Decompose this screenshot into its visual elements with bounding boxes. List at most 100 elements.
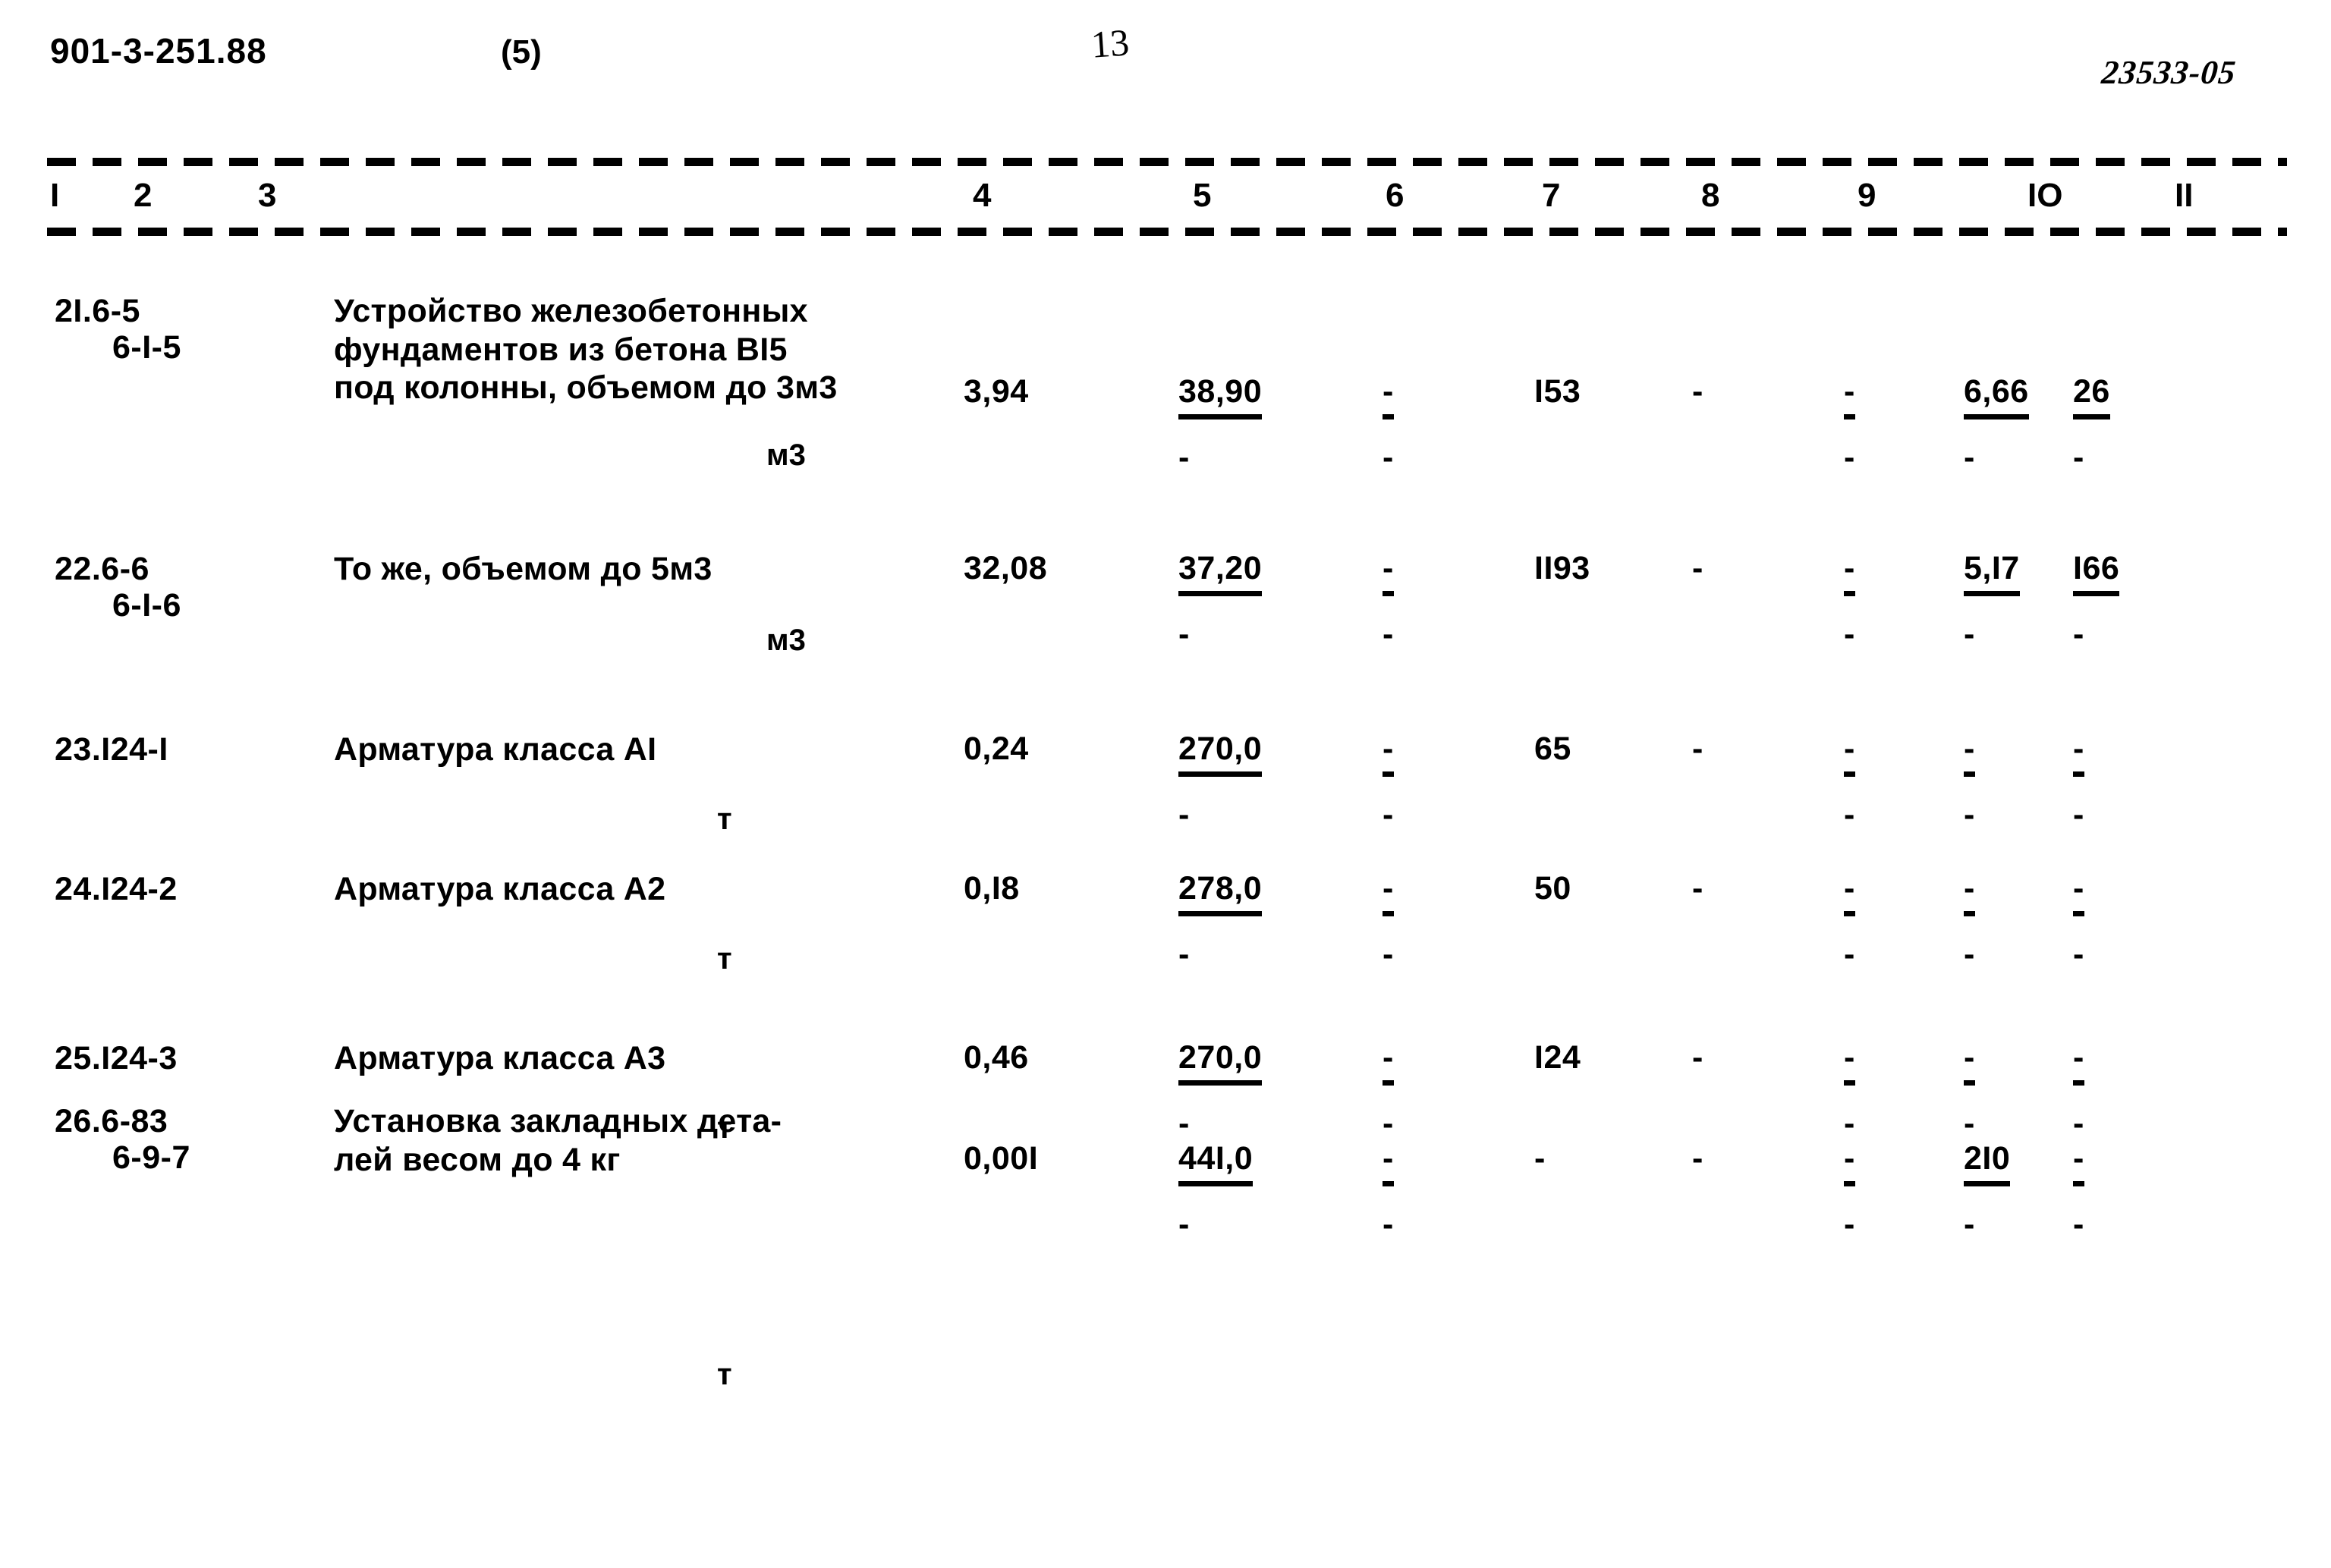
column-header-2: 2	[134, 177, 153, 214]
value-text: -	[1844, 870, 1855, 916]
value-text: -	[1383, 550, 1394, 596]
value-text: -	[1534, 1140, 1546, 1177]
value-text: I66	[2073, 550, 2120, 596]
row-code-main: 23.I24-I	[55, 731, 168, 768]
row-value-col-7: I24-	[1534, 1039, 1581, 1137]
value-secondary-text: -	[1383, 1206, 1394, 1243]
page-number: 13	[1090, 20, 1131, 66]
row-value-col-4: 0,46-	[964, 1039, 1029, 1137]
row-value-col-8: --	[1692, 870, 1703, 968]
value-secondary-text: -	[1844, 439, 1855, 476]
row-unit: т	[717, 1358, 732, 1391]
row-value-col-5: 44I,0 -	[1178, 1140, 1254, 1243]
page-header: 901-3-251.88 (5) 13 23533-05	[0, 0, 2331, 121]
value-secondary-text: -	[1964, 797, 1975, 833]
row-value-col-7: II93-	[1534, 550, 1590, 648]
row-description: Устройство железобетонных фундаментов из…	[334, 293, 838, 407]
document-code: 901-3-251.88	[50, 31, 267, 71]
value-secondary-text: -	[1178, 439, 1190, 476]
value-text: 26	[2073, 373, 2110, 419]
row-code-main: 22.6-6	[55, 551, 149, 587]
column-header-I: I	[50, 177, 60, 214]
row-unit: т	[717, 942, 732, 976]
value-text: 270,0	[1178, 1039, 1263, 1086]
value-text: I24	[1534, 1039, 1581, 1076]
row-value-col-9: --	[1844, 731, 1855, 834]
row-value-col-4: 3,94-	[964, 373, 1029, 471]
value-text: 3,94	[964, 373, 1029, 410]
row-value-col-9: --	[1844, 550, 1855, 653]
column-header-IO: IO	[2027, 177, 2063, 214]
row-code-main: 26.6-83	[55, 1103, 168, 1139]
row-value-col-4: 0,00I-	[964, 1140, 1038, 1238]
value-text: 6,66	[1964, 373, 2029, 419]
row-value-col-11: --	[2073, 1140, 2084, 1243]
value-secondary-text: -	[1178, 616, 1190, 652]
value-text: 38,90	[1178, 373, 1263, 419]
value-text: 65	[1534, 731, 1571, 767]
sheet-marker: (5)	[501, 33, 542, 71]
value-text: 5,I7	[1964, 550, 2020, 596]
row-value-col-10: --	[1964, 731, 1975, 834]
value-text: 0,I8	[964, 870, 1020, 907]
row-value-col-11: I66 -	[2073, 550, 2120, 653]
row-unit: т	[717, 803, 732, 836]
value-secondary-text: -	[1383, 1105, 1394, 1142]
column-header-3: 3	[258, 177, 277, 214]
row-code-main: 24.I24-2	[55, 871, 178, 907]
value-text: -	[2073, 1140, 2084, 1186]
row-value-col-11: --	[2073, 731, 2084, 834]
row-unit: м3	[766, 438, 806, 472]
row-value-col-5: 270,0 -	[1178, 1039, 1263, 1142]
value-text: 2I0	[1964, 1140, 2011, 1186]
row-value-col-6: --	[1383, 550, 1394, 653]
value-secondary-text: -	[1964, 936, 1975, 973]
column-header-5: 5	[1193, 177, 1212, 214]
value-secondary-text: -	[1178, 1105, 1190, 1142]
row-value-col-6: --	[1383, 1140, 1394, 1243]
row-value-col-10: 5,I7 -	[1964, 550, 2020, 653]
row-value-col-10: 2I0 -	[1964, 1140, 2011, 1243]
row-description: Арматура класса А3	[334, 1040, 666, 1076]
row-value-col-7: I53-	[1534, 373, 1581, 471]
value-text: -	[1844, 1140, 1855, 1186]
table-top-dashed-rule	[47, 158, 2287, 166]
value-secondary-text: -	[1178, 1206, 1190, 1243]
value-text: -	[1692, 1140, 1703, 1177]
value-text: -	[1692, 373, 1703, 410]
value-text: -	[1383, 870, 1394, 916]
value-secondary-text: -	[1844, 1105, 1855, 1142]
value-secondary-text: -	[1178, 936, 1190, 973]
value-text: -	[1964, 1039, 1975, 1086]
value-secondary-text: -	[1383, 797, 1394, 833]
table-header-bottom-dashed-rule	[47, 228, 2287, 236]
row-value-col-7: 65-	[1534, 731, 1571, 828]
value-text: 0,46	[964, 1039, 1029, 1076]
value-text: 0,24	[964, 731, 1029, 767]
value-text: -	[1844, 373, 1855, 419]
row-value-col-8: --	[1692, 1140, 1703, 1238]
value-text: -	[2073, 731, 2084, 777]
row-unit: м3	[766, 624, 806, 657]
row-value-col-6: --	[1383, 1039, 1394, 1142]
value-text: 270,0	[1178, 731, 1263, 777]
value-text: -	[1844, 550, 1855, 596]
table-column-header-row: I 2 3 4 5 6 7 8 9 IO II	[0, 179, 2331, 228]
row-value-col-9: --	[1844, 870, 1855, 973]
row-value-col-4: 0,24-	[964, 731, 1029, 828]
value-secondary-text: -	[1383, 439, 1394, 476]
value-text: -	[1692, 870, 1703, 907]
value-text: -	[2073, 870, 2084, 916]
value-secondary-text: -	[1844, 616, 1855, 652]
value-secondary-text: -	[2073, 936, 2084, 973]
value-text: -	[1844, 731, 1855, 777]
row-value-col-10: 6,66 -	[1964, 373, 2029, 476]
value-text: -	[1964, 731, 1975, 777]
column-header-9: 9	[1858, 177, 1876, 214]
row-description: Арматура класса АI	[334, 731, 657, 768]
row-value-col-10: --	[1964, 870, 1975, 973]
value-text: I53	[1534, 373, 1581, 410]
value-text: -	[1964, 870, 1975, 916]
archive-code: 23533-05	[2100, 54, 2238, 91]
row-code-sub: 6-I-5	[112, 329, 181, 366]
